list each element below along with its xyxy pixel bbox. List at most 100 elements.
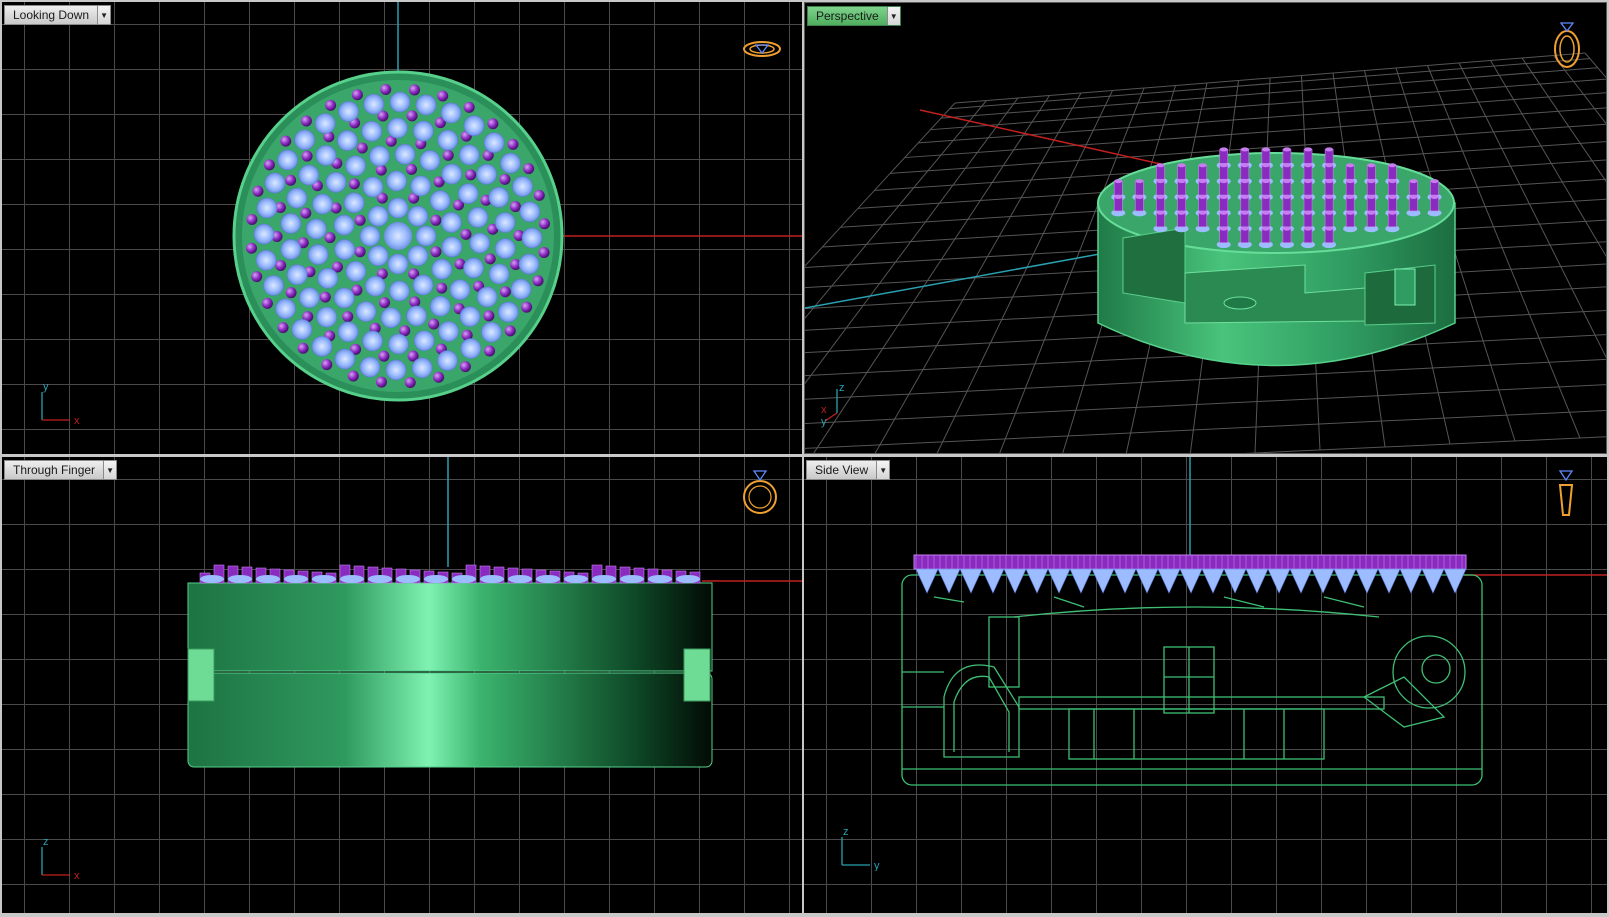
prong-tip (1346, 179, 1355, 184)
ring-cutout-left (1122, 227, 1186, 304)
ring-front-view-icon[interactable] (740, 465, 780, 519)
pave-stone (494, 212, 516, 233)
prong (1366, 164, 1376, 180)
prong-tip (1282, 147, 1291, 152)
prong (1240, 164, 1250, 180)
prong-tip (1156, 194, 1165, 199)
pave-stone (458, 144, 480, 166)
pave-stone (413, 120, 434, 142)
prong (300, 207, 312, 219)
pave-stone (368, 575, 392, 583)
center-stone (384, 222, 412, 250)
prong (1324, 180, 1334, 196)
pave-stone (1091, 568, 1115, 594)
pave-stone (430, 295, 451, 317)
prong-tip (1156, 179, 1165, 184)
pave-stone (367, 245, 389, 267)
prong (277, 322, 289, 334)
prong-tip (1240, 210, 1249, 215)
prong (442, 149, 454, 161)
top-view-scene[interactable] (2, 2, 802, 454)
prong (263, 159, 275, 171)
pave-stone (256, 575, 280, 583)
prong-tip (1430, 179, 1439, 184)
viewport-label-perspective[interactable]: Perspective ▼ (807, 6, 901, 26)
viewport-label-through-finger[interactable]: Through Finger ▼ (4, 460, 118, 480)
prong (1345, 164, 1355, 180)
pave-stone (291, 319, 313, 340)
prong (1324, 212, 1334, 228)
ring-upper-band[interactable] (187, 582, 713, 672)
axis-triad: z y (841, 826, 880, 871)
prong-tip (1304, 210, 1313, 215)
prong (509, 201, 521, 213)
prong (356, 142, 368, 154)
prong (1219, 228, 1229, 243)
pave-stone (459, 306, 481, 327)
prong-tip (1219, 163, 1228, 168)
prong (1135, 196, 1144, 212)
pave-stone (407, 245, 429, 267)
prong (483, 310, 495, 322)
pave-stone (298, 164, 320, 186)
prong-tip (1240, 194, 1249, 199)
viewport-through-finger[interactable]: Through Finger ▼ z x (2, 457, 802, 913)
prong-tip (1282, 226, 1291, 231)
prong (1366, 180, 1376, 196)
pave-stone (228, 575, 252, 583)
pave-stone (286, 187, 308, 209)
side-view-scene[interactable] (804, 457, 1607, 913)
prong (325, 99, 337, 111)
chevron-down-icon[interactable]: ▼ (103, 461, 117, 479)
ring-side-view-icon[interactable] (1554, 465, 1578, 521)
prong-tip (1261, 194, 1270, 199)
prong (1282, 180, 1292, 196)
ring-wireframe[interactable] (901, 574, 1483, 786)
pave-stone (277, 149, 298, 171)
chevron-down-icon[interactable]: ▼ (97, 6, 111, 24)
pave-stone (316, 306, 338, 328)
ring-lower-band[interactable] (187, 672, 713, 768)
viewport-perspective[interactable]: Perspective ▼ z x y (804, 2, 1607, 454)
pave-stone (620, 575, 644, 583)
prong-tip (1367, 179, 1376, 184)
viewport-side-view[interactable]: Side View ▼ z y (804, 457, 1607, 913)
prong-tip (1261, 147, 1270, 152)
pave-stone (1201, 568, 1225, 594)
prong (1219, 196, 1229, 212)
front-view-scene[interactable] (2, 457, 802, 913)
ring-perspective-icon[interactable] (1547, 15, 1587, 73)
prong (499, 286, 511, 298)
viewport-label-side-view[interactable]: Side View ▼ (806, 460, 891, 480)
ring-top-view-icon[interactable] (740, 36, 784, 62)
prong-tip (1282, 163, 1291, 168)
viewport-looking-down[interactable]: Looking Down ▼ y x (2, 2, 802, 454)
prong-tip (1325, 194, 1334, 199)
pave-stone (488, 263, 510, 285)
pave-stone (307, 244, 329, 265)
pave-stone (345, 261, 367, 282)
perspective-scene[interactable] (805, 3, 1607, 454)
prong (1282, 228, 1292, 243)
prong (406, 110, 418, 122)
pave-stone (429, 190, 451, 211)
prong-tip (1388, 194, 1397, 199)
pave-stone (413, 330, 435, 352)
prong-tip (1219, 210, 1228, 215)
prong-tip (1219, 194, 1228, 199)
prong-tip (1219, 147, 1228, 152)
viewport-label-looking-down[interactable]: Looking Down ▼ (4, 5, 112, 25)
grid-line (1521, 57, 1606, 183)
pave-stone (518, 253, 540, 275)
pave-stone (362, 330, 383, 352)
prong (1303, 212, 1313, 228)
prong-tip (1198, 210, 1207, 215)
pave-stone (200, 575, 224, 583)
prong (1388, 196, 1397, 212)
chevron-down-icon[interactable]: ▼ (876, 461, 890, 479)
prong (246, 242, 258, 254)
chevron-down-icon[interactable]: ▼ (886, 7, 900, 25)
pave-stone (367, 205, 389, 227)
pave-stone (1355, 568, 1379, 594)
prong (406, 163, 418, 175)
